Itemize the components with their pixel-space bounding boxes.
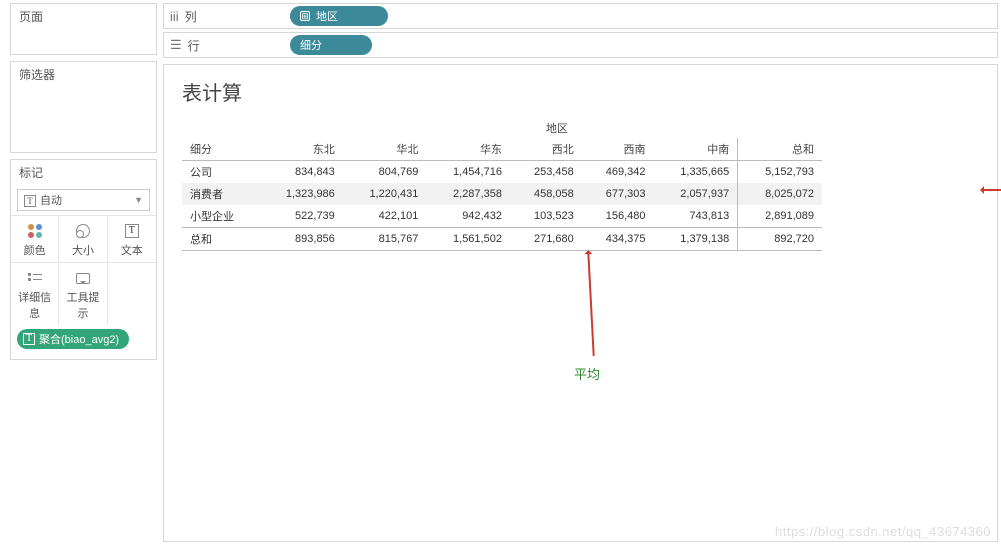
detail-icon bbox=[28, 272, 42, 284]
chevron-down-icon: ▼ bbox=[134, 195, 143, 205]
cell-value: 156,480 bbox=[582, 205, 654, 228]
column-dimension-header: 地区 bbox=[182, 120, 822, 136]
cell-value: 743,813 bbox=[653, 205, 737, 228]
rows-pill-segment[interactable]: 细分 bbox=[290, 35, 372, 55]
row-dimension-header: 细分 bbox=[182, 138, 259, 161]
arrow-sum-icon bbox=[982, 189, 1001, 191]
mark-text-button[interactable]: T 文本 bbox=[108, 215, 156, 262]
cell-value: 5,152,793 bbox=[738, 161, 822, 184]
mark-type-select[interactable]: T 自动 ▼ bbox=[17, 189, 150, 211]
cell-value: 2,057,937 bbox=[653, 183, 737, 205]
mark-type-label: 自动 bbox=[40, 195, 62, 207]
mark-text-label: 文本 bbox=[110, 242, 154, 258]
table-row: 总和893,856815,7671,561,502271,680434,3751… bbox=[182, 228, 822, 251]
cell-value: 2,891,089 bbox=[738, 205, 822, 228]
text-type-icon: T bbox=[24, 195, 36, 207]
cell-value: 804,769 bbox=[343, 161, 427, 184]
mark-detail-button[interactable]: 详细信息 bbox=[11, 262, 59, 325]
rows-shelf-label: 行 bbox=[188, 37, 200, 54]
cell-value: 2,287,358 bbox=[426, 183, 510, 205]
annotation-avg: 平均 bbox=[574, 364, 600, 383]
cell-value: 1,335,665 bbox=[653, 161, 737, 184]
cell-value: 1,379,138 bbox=[653, 228, 737, 251]
marks-pill-aggregate[interactable]: T 聚合(biao_avg2) bbox=[17, 329, 129, 349]
cell-value: 469,342 bbox=[582, 161, 654, 184]
cell-value: 893,856 bbox=[259, 228, 343, 251]
marks-pill-label: 聚合(biao_avg2) bbox=[39, 331, 119, 347]
mark-empty-cell bbox=[108, 262, 156, 325]
filters-panel: 筛选器 bbox=[10, 61, 157, 153]
columns-icon: iii bbox=[170, 9, 179, 24]
table-row: 公司834,843804,7691,454,716253,458469,3421… bbox=[182, 161, 822, 184]
columns-shelf-label: 列 bbox=[185, 8, 197, 25]
row-label: 总和 bbox=[182, 228, 259, 251]
columns-pill-label: 地区 bbox=[316, 8, 338, 24]
col-header: 中南 bbox=[653, 138, 737, 161]
text-icon: T bbox=[23, 333, 35, 345]
text-icon: T bbox=[125, 224, 139, 238]
cell-value: 1,323,986 bbox=[259, 183, 343, 205]
mark-size-label: 大小 bbox=[61, 242, 104, 258]
row-label: 消费者 bbox=[182, 183, 259, 205]
cell-value: 103,523 bbox=[510, 205, 582, 228]
mark-size-button[interactable]: 大小 bbox=[59, 215, 107, 262]
cell-value: 1,220,431 bbox=[343, 183, 427, 205]
row-label: 小型企业 bbox=[182, 205, 259, 228]
color-icon bbox=[28, 224, 42, 238]
columns-pill-region[interactable]: ⊞ 地区 bbox=[290, 6, 388, 26]
mark-tooltip-label: 工具提示 bbox=[61, 289, 104, 321]
cell-value: 815,767 bbox=[343, 228, 427, 251]
cell-value: 253,458 bbox=[510, 161, 582, 184]
rows-shelf[interactable]: ☰ 行 细分 bbox=[163, 32, 998, 58]
mark-color-button[interactable]: 颜色 bbox=[11, 215, 59, 262]
cell-value: 8,025,072 bbox=[738, 183, 822, 205]
col-header: 华北 bbox=[343, 138, 427, 161]
viz-title[interactable]: 表计算 bbox=[182, 77, 979, 106]
mark-detail-label: 详细信息 bbox=[13, 289, 56, 321]
col-header: 东北 bbox=[259, 138, 343, 161]
col-header: 西南 bbox=[582, 138, 654, 161]
pages-header: 页面 bbox=[11, 4, 156, 29]
watermark: https://blog.csdn.net/qq_43674360 bbox=[775, 524, 991, 539]
size-icon bbox=[76, 224, 90, 238]
filters-header: 筛选器 bbox=[11, 62, 156, 87]
marks-panel: 标记 T 自动 ▼ 颜色 大小 T 文本 bbox=[10, 159, 157, 360]
rows-icon: ☰ bbox=[170, 37, 182, 53]
table-row: 小型企业522,739422,101942,432103,523156,4807… bbox=[182, 205, 822, 228]
cell-value: 422,101 bbox=[343, 205, 427, 228]
col-header: 西北 bbox=[510, 138, 582, 161]
cell-value: 522,739 bbox=[259, 205, 343, 228]
cell-value: 834,843 bbox=[259, 161, 343, 184]
columns-shelf[interactable]: iii 列 ⊞ 地区 bbox=[163, 3, 998, 29]
mark-tooltip-button[interactable]: 工具提示 bbox=[59, 262, 107, 325]
header-row: 细分 东北 华北 华东 西北 西南 中南 总和 bbox=[182, 138, 822, 161]
cell-value: 458,058 bbox=[510, 183, 582, 205]
cell-value: 434,375 bbox=[582, 228, 654, 251]
cell-value: 271,680 bbox=[510, 228, 582, 251]
table-row: 消费者1,323,9861,220,4312,287,358458,058677… bbox=[182, 183, 822, 205]
col-header: 华东 bbox=[426, 138, 510, 161]
cell-value: 677,303 bbox=[582, 183, 654, 205]
col-header-total: 总和 bbox=[738, 138, 822, 161]
marks-header: 标记 bbox=[11, 160, 156, 185]
cell-value: 942,432 bbox=[426, 205, 510, 228]
crosstab: 地区 细分 东北 华北 华东 西北 西南 中南 总和 bbox=[182, 120, 822, 251]
expand-icon: ⊞ bbox=[300, 11, 310, 21]
tooltip-icon bbox=[76, 273, 90, 284]
viz-area: 表计算 地区 细分 东北 华北 华东 西北 西南 中南 总和 bbox=[163, 64, 998, 542]
cell-value: 1,561,502 bbox=[426, 228, 510, 251]
row-label: 公司 bbox=[182, 161, 259, 184]
rows-pill-label: 细分 bbox=[300, 37, 322, 53]
pages-panel: 页面 bbox=[10, 3, 157, 55]
cell-value: 892,720 bbox=[738, 228, 822, 251]
mark-color-label: 颜色 bbox=[13, 242, 56, 258]
cell-value: 1,454,716 bbox=[426, 161, 510, 184]
